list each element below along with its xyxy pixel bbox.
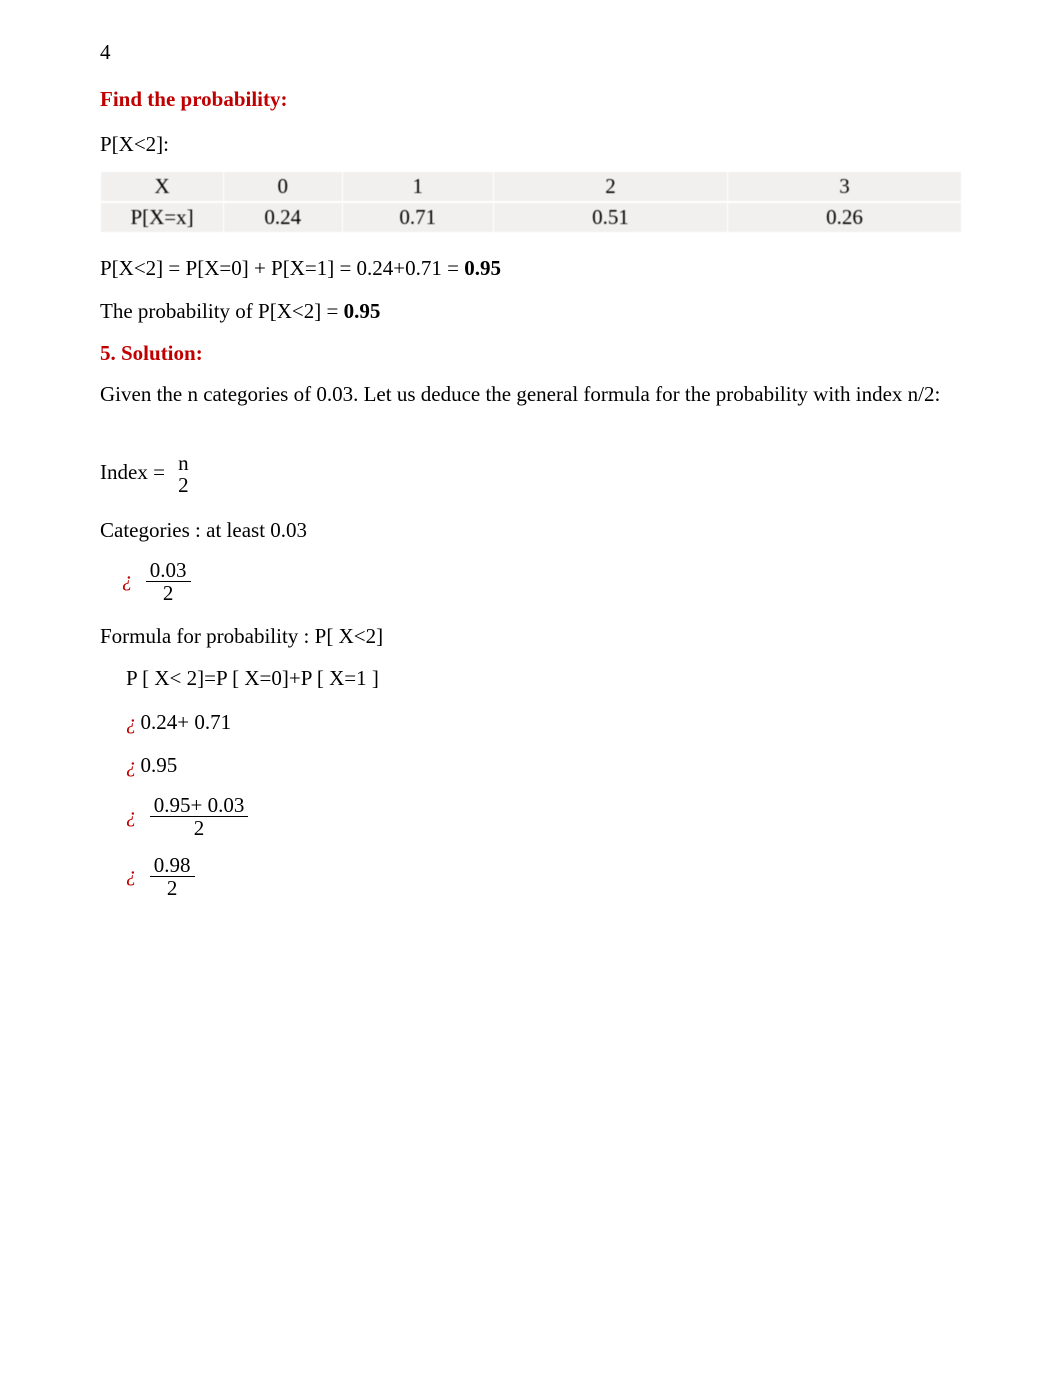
table-cell: 0.51 <box>493 202 727 232</box>
m2-text: 0.24+ 0.71 <box>141 710 232 734</box>
eq2-left: The probability of P[X<2] = <box>100 299 344 323</box>
table-header-pxx: P[X=x] <box>101 202 224 232</box>
table-cell: 2 <box>493 172 727 202</box>
inverted-question-mark-icon: ¿ <box>126 753 137 777</box>
frac-num: 0.03 <box>146 559 191 582</box>
math-line-4: ¿ 0.95+ 0.03 2 <box>126 794 962 839</box>
fraction-095-003-over-2: 0.95+ 0.03 2 <box>150 794 249 839</box>
index-num: n <box>174 452 193 474</box>
table-cell: 3 <box>727 172 961 202</box>
frac-den: 2 <box>150 877 195 899</box>
equation-line-2: The probability of P[X<2] = 0.95 <box>100 297 962 325</box>
inverted-question-mark-icon: ¿ <box>122 567 133 591</box>
math-frac-003: ¿ 0.03 2 <box>122 559 962 604</box>
table-cell: 1 <box>342 172 493 202</box>
frac-num: 0.98 <box>150 854 195 877</box>
fraction-098-over-2: 0.98 2 <box>150 854 195 899</box>
formula-line: Formula for probability : P[ X<2] <box>100 622 962 650</box>
inverted-question-mark-icon: ¿ <box>126 710 137 734</box>
math-line-2: ¿0.24+ 0.71 <box>126 708 962 737</box>
fraction-003-over-2: 0.03 2 <box>146 559 191 604</box>
page-number: 4 <box>100 40 962 65</box>
math-line-1: P [ X< 2]=P [ X=0]+P [ X=1 ] <box>126 664 962 693</box>
table-row: X 0 1 2 3 <box>101 172 962 202</box>
eq1-result: 0.95 <box>464 256 501 280</box>
eq1-left: P[X<2] = P[X=0] + P[X=1] = 0.24+0.71 = <box>100 256 464 280</box>
categories-line: Categories : at least 0.03 <box>100 516 962 544</box>
math-line-5: ¿ 0.98 2 <box>126 854 962 899</box>
heading-find-probability: Find the probability: <box>100 87 962 112</box>
table-header-x: X <box>101 172 224 202</box>
index-line: Index = n 2 <box>100 452 962 496</box>
index-label: Index = <box>100 460 170 484</box>
m3-text: 0.95 <box>141 753 178 777</box>
equation-line-1: P[X<2] = P[X=0] + P[X=1] = 0.24+0.71 = 0… <box>100 254 962 282</box>
frac-num: 0.95+ 0.03 <box>150 794 249 817</box>
table-row: P[X=x] 0.24 0.71 0.51 0.26 <box>101 202 962 232</box>
table-cell: 0.71 <box>342 202 493 232</box>
frac-den: 2 <box>146 582 191 604</box>
solution-heading: 5. Solution: <box>100 341 962 366</box>
table-cell: 0.26 <box>727 202 961 232</box>
formula-label: Formula for probability : <box>100 624 315 648</box>
frac-den: 2 <box>150 817 249 839</box>
index-den: 2 <box>174 474 193 496</box>
probability-table: X 0 1 2 3 P[X=x] 0.24 0.71 0.51 0.26 <box>100 172 962 232</box>
math-line-3: ¿0.95 <box>126 751 962 780</box>
formula-expr: P[ X<2] <box>315 624 383 648</box>
label-pxlt2: P[X<2]: <box>100 130 962 158</box>
table-cell: 0 <box>224 172 342 202</box>
inverted-question-mark-icon: ¿ <box>126 803 137 827</box>
table-cell: 0.24 <box>224 202 342 232</box>
eq2-result: 0.95 <box>344 299 381 323</box>
index-fraction: n 2 <box>174 452 193 496</box>
inverted-question-mark-icon: ¿ <box>126 862 137 886</box>
given-paragraph: Given the n categories of 0.03. Let us d… <box>100 380 962 408</box>
